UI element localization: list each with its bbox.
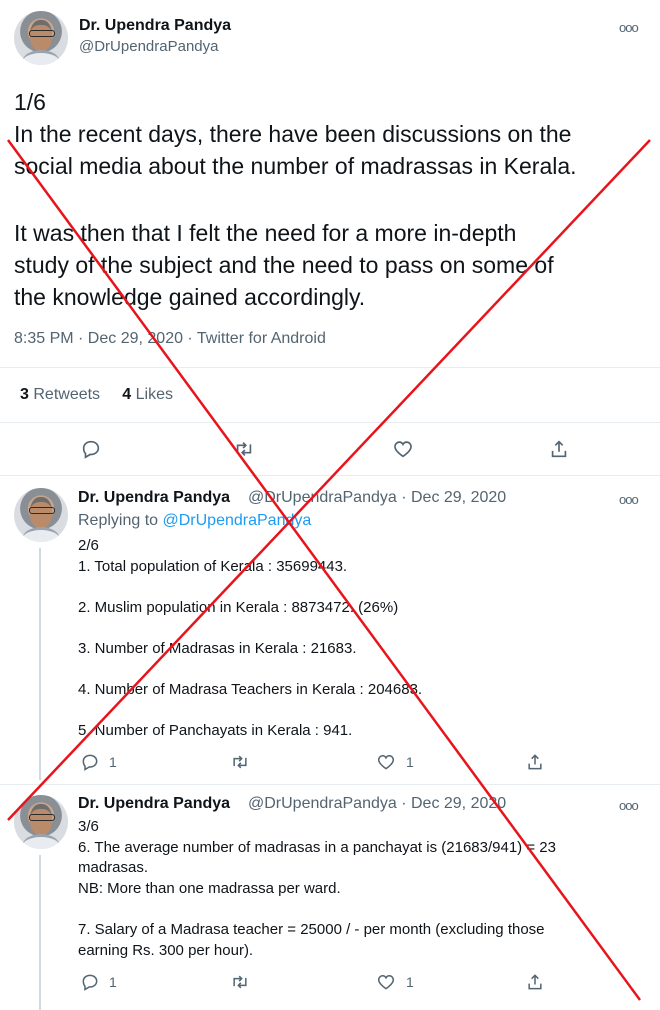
cross-line-1 xyxy=(6,139,642,1001)
cross-line-2 xyxy=(7,139,651,821)
cross-mark xyxy=(6,139,651,1001)
